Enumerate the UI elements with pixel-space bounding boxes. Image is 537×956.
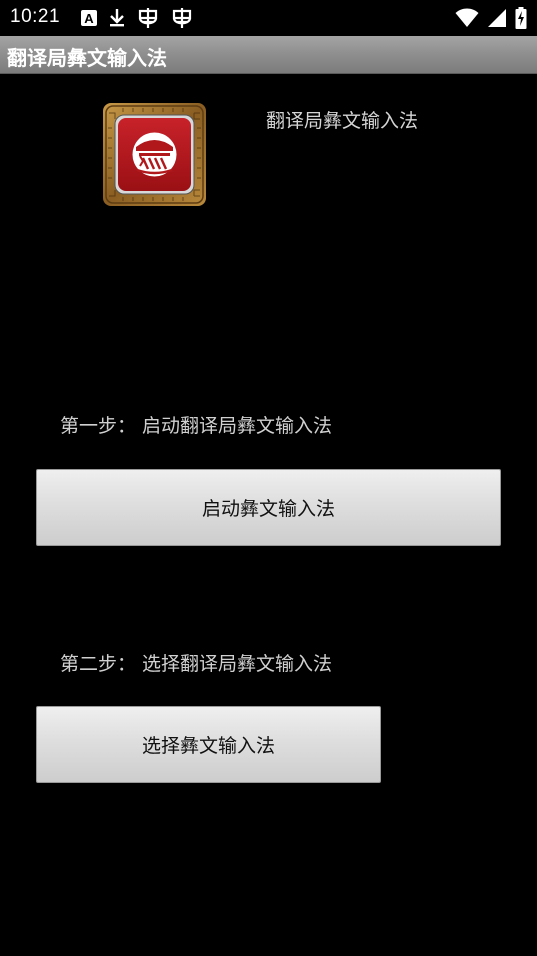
status-time: 10:21 <box>10 6 61 27</box>
select-input-method-button-label: 选择彝文输入法 <box>141 735 275 757</box>
status-bar: 10:21 A <box>0 0 537 36</box>
app-name-label: 翻译局彝文输入法 <box>266 110 419 132</box>
enable-input-method-button-label: 启动彝文输入法 <box>201 498 335 520</box>
download-icon <box>110 9 124 27</box>
bug-icon <box>172 8 192 28</box>
action-bar: 翻译局彝文输入法 <box>0 36 537 74</box>
select-input-method-button[interactable]: 选择彝文输入法 <box>36 706 381 783</box>
step1-label: 第一步： 启动翻译局彝文输入法 <box>60 415 333 437</box>
bug-icon <box>138 8 158 28</box>
action-bar-title: 翻译局彝文输入法 <box>7 46 167 70</box>
screen: 10:21 A 翻译局彝文输入法 翻译局彝文输入法 第一步： 启动翻译局彝文输入… <box>0 0 537 956</box>
app-logo-icon <box>103 103 206 206</box>
status-icons-left: A <box>80 6 194 30</box>
step2-label: 第二步： 选择翻译局彝文输入法 <box>60 653 333 675</box>
enable-input-method-button[interactable]: 启动彝文输入法 <box>36 469 501 546</box>
battery-charging-icon <box>515 7 527 29</box>
text-a-icon: A <box>81 10 97 26</box>
signal-icon <box>488 9 506 27</box>
svg-text:A: A <box>84 11 94 26</box>
status-icons-right <box>455 7 527 29</box>
wifi-icon <box>455 8 479 27</box>
